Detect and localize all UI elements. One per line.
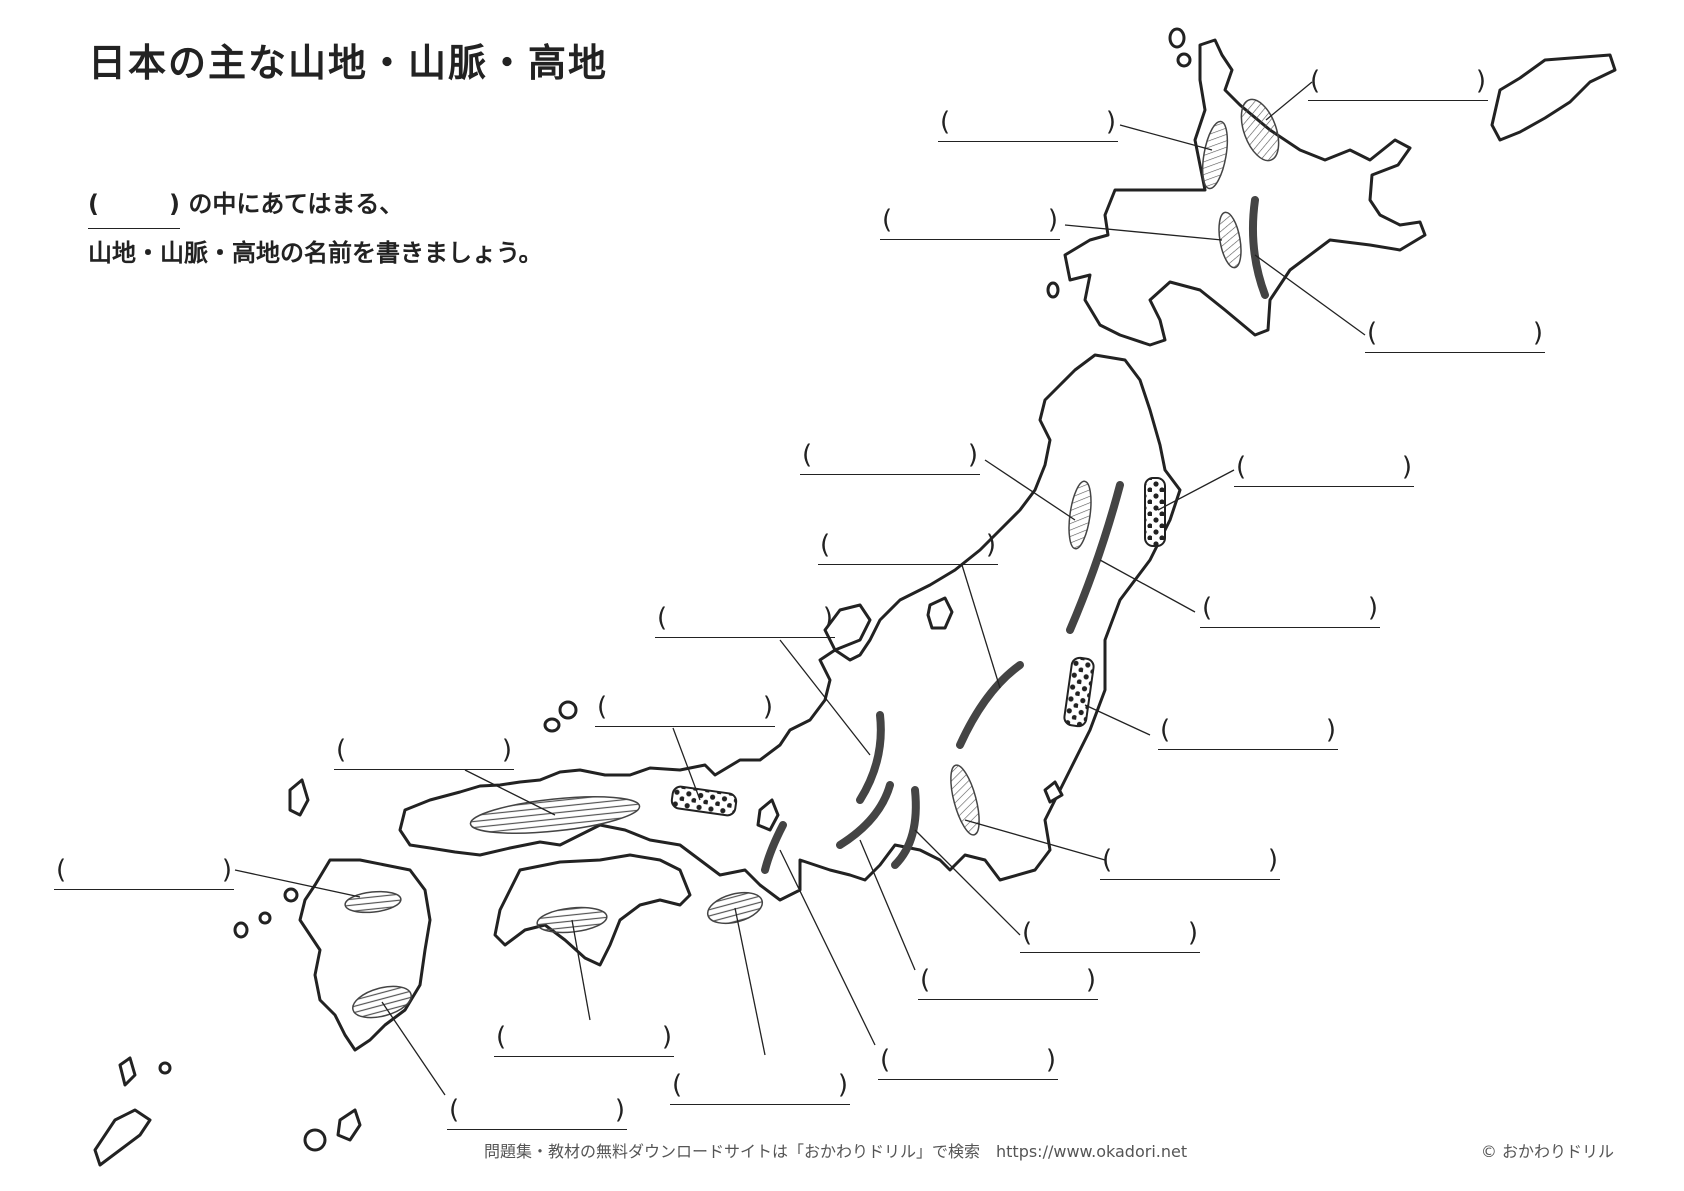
answer-blank[interactable]: () <box>334 735 514 770</box>
paren-open: ( <box>880 1045 891 1075</box>
answer-blank[interactable]: () <box>54 855 234 890</box>
paren-close: ) <box>1045 1045 1056 1075</box>
kuril-islands <box>1490 53 1617 142</box>
paren-close: ) <box>1532 318 1543 348</box>
japan-map <box>93 27 1617 1167</box>
paren-close: ) <box>1367 593 1378 623</box>
paren-open: ( <box>56 855 67 885</box>
answer-blank[interactable]: () <box>494 1022 674 1057</box>
paren-close: ) <box>221 855 232 885</box>
answer-blank[interactable]: () <box>818 530 998 565</box>
paren-close: ) <box>1401 452 1412 482</box>
paren-open: ( <box>882 205 893 235</box>
answer-blank[interactable]: () <box>800 440 980 475</box>
yakushima <box>303 1128 327 1152</box>
amami-island-2 <box>336 1108 362 1142</box>
paren-open: ( <box>657 603 668 633</box>
paren-close: ) <box>1267 845 1278 875</box>
paren-open: ( <box>820 530 831 560</box>
paren-close: ) <box>985 530 996 560</box>
answer-blank[interactable]: () <box>1200 593 1380 628</box>
paren-close: ) <box>1105 107 1116 137</box>
tsushima-island <box>288 778 310 817</box>
kitakami-highland <box>1144 477 1166 547</box>
paren-open: ( <box>597 692 608 722</box>
paren-close: ) <box>1047 205 1058 235</box>
paren-close: ) <box>837 1070 848 1100</box>
paren-close: ) <box>1475 66 1486 96</box>
paren-close: ) <box>1187 918 1198 948</box>
answer-blank[interactable]: () <box>880 205 1060 240</box>
amami-island <box>93 1108 152 1167</box>
paren-close: ) <box>614 1095 625 1125</box>
paren-close: ) <box>1325 715 1336 745</box>
islands <box>93 27 1617 1167</box>
paren-open: ( <box>336 735 347 765</box>
answer-blank[interactable]: () <box>918 965 1098 1000</box>
leader-line <box>734 907 766 1056</box>
paren-open: ( <box>1022 918 1033 948</box>
paren-open: ( <box>802 440 813 470</box>
answer-blank[interactable]: () <box>447 1095 627 1130</box>
answer-blank[interactable]: () <box>655 603 835 638</box>
paren-open: ( <box>1310 66 1321 96</box>
answer-blank[interactable]: () <box>938 107 1118 142</box>
tanegashima <box>118 1056 172 1087</box>
leader-line <box>381 1001 446 1096</box>
paren-close: ) <box>661 1022 672 1052</box>
paren-close: ) <box>501 735 512 765</box>
paren-open: ( <box>496 1022 507 1052</box>
paren-open: ( <box>1367 318 1378 348</box>
answer-blank[interactable]: () <box>595 692 775 727</box>
paren-open: ( <box>1102 845 1113 875</box>
paren-open: ( <box>449 1095 460 1125</box>
small-island-north <box>1168 27 1186 49</box>
answer-blank[interactable]: () <box>1308 66 1488 101</box>
answer-blank[interactable]: () <box>670 1070 850 1105</box>
paren-open: ( <box>1236 452 1247 482</box>
paren-open: ( <box>1160 715 1171 745</box>
paren-open: ( <box>672 1070 683 1100</box>
paren-open: ( <box>940 107 951 137</box>
small-island-north-2 <box>1176 52 1192 68</box>
paren-close: ) <box>762 692 773 722</box>
goto-islands <box>233 887 299 939</box>
footer-text: 問題集・教材の無料ダウンロードサイトは「おかわりドリル」で検索 https://… <box>484 1142 1188 1161</box>
copyright: © おかわりドリル <box>1480 1142 1614 1161</box>
paren-close: ) <box>967 440 978 470</box>
paren-close: ) <box>1085 965 1096 995</box>
answer-blank[interactable]: () <box>1020 918 1200 953</box>
answer-blank[interactable]: () <box>1100 845 1280 880</box>
answer-blank[interactable]: () <box>878 1045 1058 1080</box>
answer-blank[interactable]: () <box>1158 715 1338 750</box>
paren-close: ) <box>822 603 833 633</box>
okushiri-island <box>1046 281 1060 299</box>
leader-line <box>1265 81 1313 121</box>
oki-islands <box>543 700 578 733</box>
answer-blank[interactable]: () <box>1365 318 1545 353</box>
paren-open: ( <box>920 965 931 995</box>
leader-line <box>859 839 916 971</box>
answer-blank[interactable]: () <box>1234 452 1414 487</box>
paren-open: ( <box>1202 593 1213 623</box>
